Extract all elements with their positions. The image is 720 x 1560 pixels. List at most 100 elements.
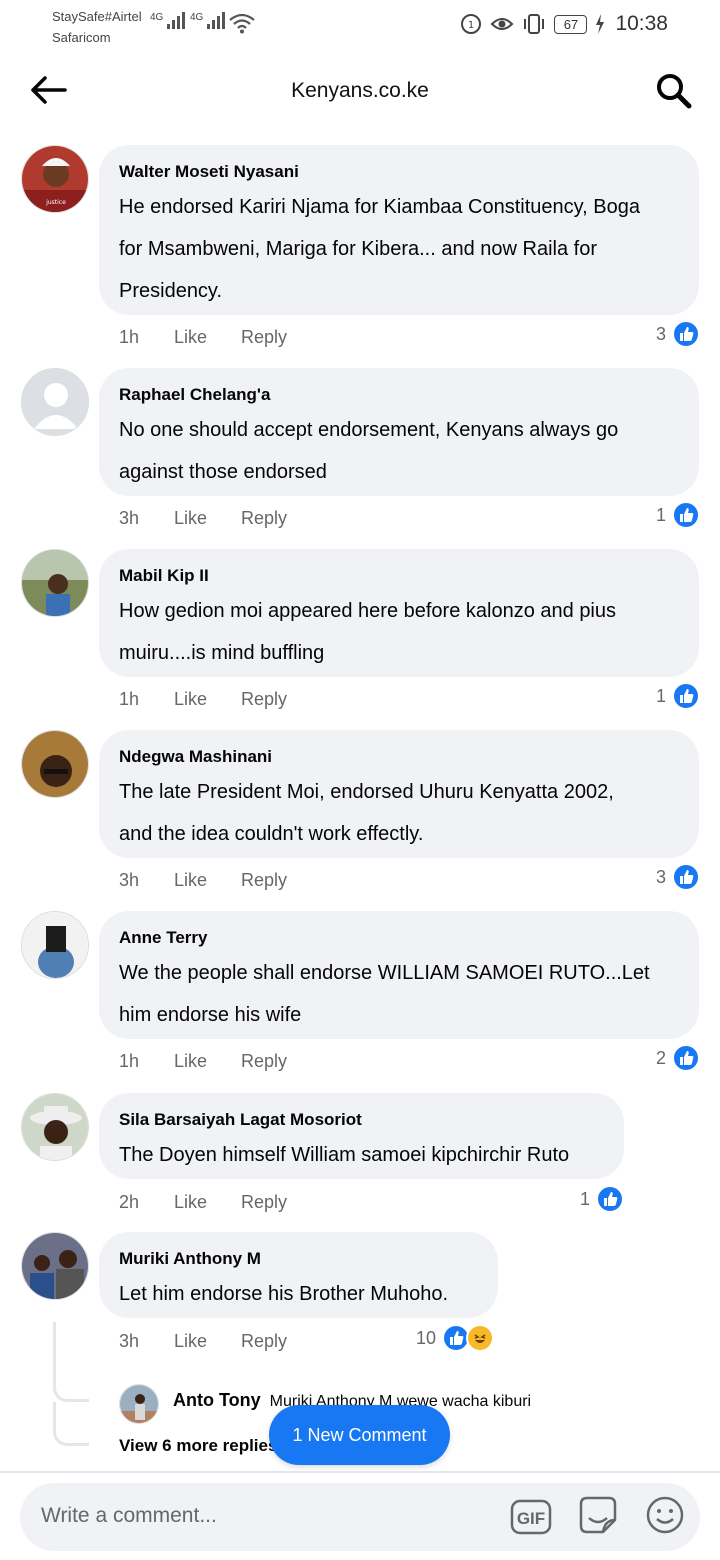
divider [0,1471,720,1473]
comment-actions: 3h Like Reply [119,870,287,891]
comment-actions: 3h Like Reply [119,1331,287,1352]
sticker-button[interactable] [577,1496,619,1538]
comment-text-line: Let him endorse his Brother Muhoho. [119,1283,449,1305]
reply-button[interactable]: Reply [241,1192,287,1213]
like-button[interactable]: Like [174,1051,241,1072]
comment-bubble[interactable]: Ndegwa Mashinani The late President Moi,… [99,730,699,858]
status-icons: 1 67 10:38 [460,12,668,36]
carrier-name-1: StaySafe#Airtel [52,9,142,24]
like-button[interactable]: Like [174,508,241,529]
reaction-count: 10 [416,1327,437,1348]
sticker-icon [577,1494,619,1541]
reply-button[interactable]: Reply [241,1051,287,1072]
reaction-count: 1 [580,1188,591,1209]
like-button[interactable]: Like [174,689,241,710]
reaction-count: 3 [655,866,666,887]
emoji-button[interactable] [644,1496,686,1538]
comment-text-line: The late President Moi, endorsed Uhuru K… [119,781,614,803]
avatar[interactable] [21,730,89,798]
comment-bubble[interactable]: Sila Barsaiyah Lagat Mosoriot The Doyen … [99,1093,624,1179]
charging-icon [595,14,605,34]
search-button[interactable] [654,73,694,113]
comment-time: 2h [119,1192,140,1212]
comment-time: 3h [119,1331,140,1351]
comment-bubble[interactable]: Anne Terry We the people shall endorse W… [99,911,699,1039]
reply-button[interactable]: Reply [241,327,287,348]
view-more-replies-link[interactable]: View 6 more replies [119,1436,277,1456]
reaction-summary[interactable]: 1 [656,501,700,529]
comment-actions: 1h Like Reply [119,1051,287,1072]
comment-text-line: Presidency. [119,280,223,302]
comment-actions: 1h Like Reply [119,689,287,710]
like-button[interactable]: Like [174,1192,241,1213]
reaction-summary[interactable]: 1 [656,682,700,710]
comment-text-line: The Doyen himself William samoei kipchir… [119,1144,570,1166]
reply-button[interactable]: Reply [241,1331,287,1352]
reaction-summary[interactable]: 3 [656,320,700,348]
comment-author[interactable]: Anne Terry [119,924,679,952]
app-header: Kenyans.co.ke [0,60,720,124]
status-bar: StaySafe#Airtel Safaricom 4G 4G 1 67 10:… [0,0,720,52]
gif-label: GIF [517,1509,545,1528]
avatar[interactable] [21,368,89,436]
comment-author[interactable]: Muriki Anthony M [119,1245,478,1273]
reaction-count: 2 [655,1047,666,1068]
avatar[interactable] [21,1232,89,1300]
avatar[interactable] [21,549,89,617]
carrier-name-2: Safaricom [52,30,111,45]
reaction-summary[interactable]: 2 [656,1044,700,1072]
reaction-summary[interactable]: 10 [416,1324,495,1352]
like-button[interactable]: Like [174,870,241,891]
avatar[interactable]: justice [21,145,89,213]
comment-bubble[interactable]: Raphael Chelang'a No one should accept e… [99,368,699,496]
like-reaction-icon [672,682,700,710]
comment-author[interactable]: Mabil Kip II [119,562,679,590]
reaction-count: 1 [655,504,666,525]
comment-author[interactable]: Raphael Chelang'a [119,381,679,409]
eye-comfort-icon [490,14,514,34]
svg-text:1: 1 [468,20,474,31]
comment-bubble[interactable]: Muriki Anthony M Let him endorse his Bro… [99,1232,498,1318]
comment-actions: 2h Like Reply [119,1192,287,1213]
data-saver-icon: 1 [460,13,482,35]
like-button[interactable]: Like [174,327,241,348]
comment-text-line: for Msambweni, Mariga for Kibera... and … [119,238,597,260]
reply-button[interactable]: Reply [241,689,287,710]
comment-text-line: and the idea couldn't work effectly. [119,823,424,845]
reply-button[interactable]: Reply [241,870,287,891]
page-title: Kenyans.co.ke [291,79,429,102]
reply-button[interactable]: Reply [241,508,287,529]
clock: 10:38 [615,12,668,35]
carrier-info: StaySafe#Airtel Safaricom [52,6,142,48]
comment-text-line: him endorse his wife [119,1004,302,1026]
new-comment-button[interactable]: 1 New Comment [269,1405,450,1465]
network-type-label-2: 4G [190,12,204,23]
comment-author[interactable]: Sila Barsaiyah Lagat Mosoriot [119,1106,604,1134]
comment-author[interactable]: Ndegwa Mashinani [119,743,679,771]
battery-icon: 67 [554,14,588,34]
like-button[interactable]: Like [174,1331,241,1352]
comment-text-line: We the people shall endorse WILLIAM SAMO… [119,962,650,984]
comment-time: 3h [119,508,140,528]
signal-icon: 4G [150,12,186,29]
comment-composer: Write a comment... GIF [20,1483,700,1551]
avatar[interactable] [21,911,89,979]
reply-author[interactable]: Anto Tony [173,1390,261,1410]
reaction-summary[interactable]: 1 [580,1185,625,1213]
signal-icon-2: 4G [190,12,226,29]
comment-time: 1h [119,689,140,709]
comment-bubble[interactable]: Mabil Kip II How gedion moi appeared her… [99,549,699,677]
comment-text-line: How gedion moi appeared here before kalo… [119,600,617,622]
comment-time: 1h [119,327,140,347]
comment-input[interactable]: Write a comment... [41,1504,217,1528]
reaction-count: 1 [655,685,666,706]
comment-author[interactable]: Walter Moseti Nyasani [119,158,679,186]
comment-bubble[interactable]: Walter Moseti Nyasani He endorsed Kariri… [99,145,699,315]
like-reaction-icon [672,1044,700,1072]
avatar[interactable] [21,1093,89,1161]
reaction-summary[interactable]: 3 [656,863,700,891]
network-type-label: 4G [150,12,164,23]
gif-button[interactable]: GIF [510,1496,552,1538]
like-reaction-icon [596,1185,625,1213]
reply-avatar[interactable] [119,1384,159,1424]
